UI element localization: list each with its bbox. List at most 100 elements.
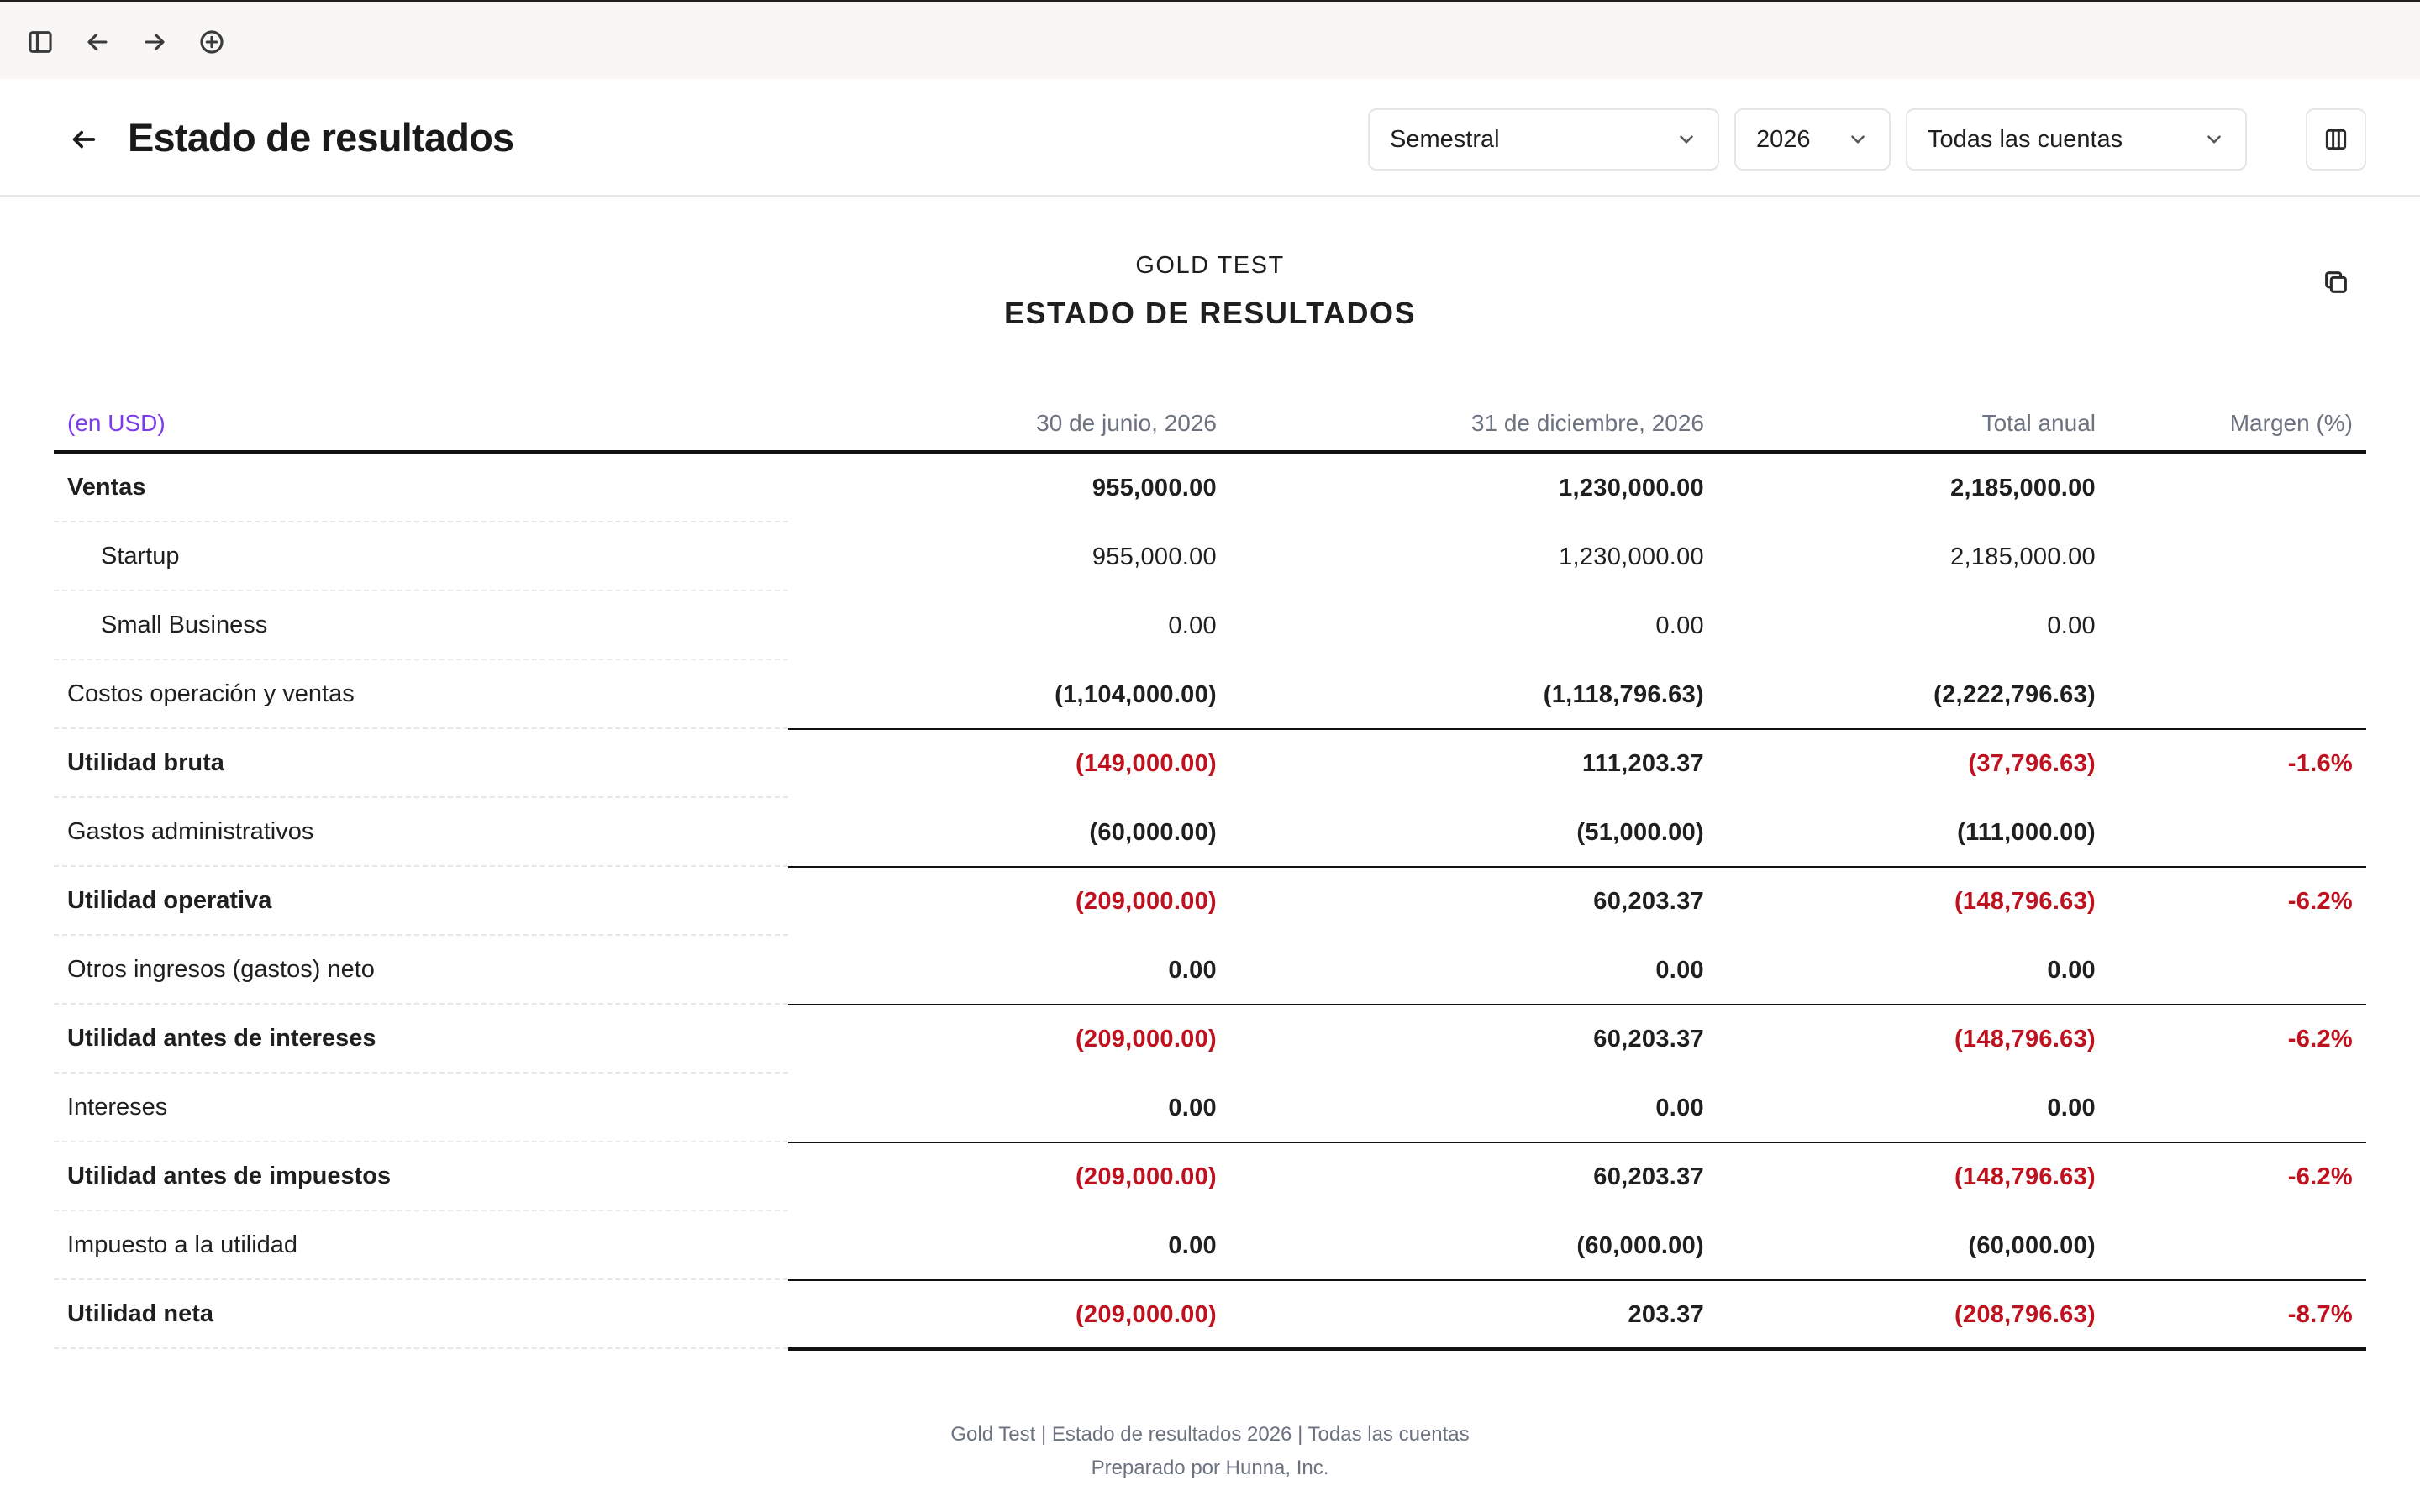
page-header: Estado de resultados Semestral 2026 Toda… [0, 79, 2420, 197]
plus-circle-icon[interactable] [195, 25, 229, 59]
column-header-margin: Margen (%) [2229, 410, 2353, 436]
cell-value: 1,230,000.00 [1559, 474, 1704, 501]
cell-value: (149,000.00) [1075, 749, 1217, 777]
chevron-down-icon [2207, 135, 2221, 144]
cell-value: 0.00 [1168, 1231, 1217, 1259]
table-row: Utilidad operativa (209,000.00) 60,203.3… [54, 866, 2366, 936]
period-select[interactable]: Semestral [1368, 108, 1719, 171]
cell-value: 0.00 [2047, 612, 2096, 639]
row-label: Ventas [54, 454, 788, 522]
column-header-jun: 30 de junio, 2026 [1036, 410, 1217, 436]
row-label: Otros ingresos (gastos) neto [54, 936, 788, 1005]
row-label: Gastos administrativos [54, 798, 788, 867]
cell-value: (60,000.00) [1089, 818, 1217, 846]
table-row: Ventas 955,000.00 1,230,000.00 2,185,000… [54, 454, 2366, 522]
report-title: ESTADO DE RESULTADOS [1003, 296, 1417, 330]
cell-value: (209,000.00) [1075, 1300, 1217, 1328]
page-title: Estado de resultados [128, 115, 514, 160]
columns-toggle-button[interactable] [2306, 108, 2366, 171]
table-row: Utilidad neta (209,000.00) 203.37 (208,7… [54, 1279, 2366, 1351]
cell-value [2096, 1211, 2353, 1280]
cell-value: 2,185,000.00 [1950, 543, 2096, 570]
copy-button[interactable] [2317, 264, 2354, 301]
footer-prepared-by: Preparado por Hunna, Inc. [1091, 1457, 1329, 1479]
table-row: Small Business 0.00 0.00 0.00 [54, 591, 2366, 660]
income-statement-table: (en USD) 30 de junio, 2026 31 de diciemb… [54, 395, 2366, 1351]
cell-value: (51,000.00) [1576, 818, 1704, 846]
cell-value: (209,000.00) [1075, 1025, 1217, 1053]
row-label: Utilidad antes de impuestos [54, 1142, 788, 1211]
cell-value: (37,796.63) [1968, 749, 2096, 777]
cell-value: 60,203.37 [1593, 1163, 1704, 1190]
browser-toolbar [0, 0, 2420, 79]
cell-value: 0.00 [1655, 956, 1704, 984]
sidebar-toggle-icon[interactable] [24, 25, 57, 59]
cell-value: (2,222,796.63) [1933, 680, 2096, 708]
table-row: Utilidad antes de impuestos (209,000.00)… [54, 1142, 2366, 1211]
cell-value: 955,000.00 [1092, 543, 1217, 570]
cell-value: -1.6% [2287, 749, 2353, 777]
cell-value: (60,000.00) [1968, 1231, 2096, 1259]
table-row: Intereses 0.00 0.00 0.00 [54, 1074, 2366, 1142]
row-label: Startup [54, 522, 788, 591]
cell-value [2096, 591, 2353, 660]
cell-value: (1,104,000.00) [1055, 680, 1217, 708]
year-select[interactable]: 2026 [1734, 108, 1891, 171]
cell-value: 0.00 [2047, 956, 2096, 984]
cell-value: -6.2% [2287, 1025, 2353, 1053]
cell-value [2096, 522, 2353, 591]
chevron-down-icon [1851, 135, 1865, 144]
table-row: Otros ingresos (gastos) neto 0.00 0.00 0… [54, 936, 2366, 1005]
cell-value: 955,000.00 [1092, 474, 1217, 501]
table-row: Utilidad antes de intereses (209,000.00)… [54, 1004, 2366, 1074]
column-header-dec: 31 de diciembre, 2026 [1470, 410, 1704, 436]
company-name: GOLD TEST [1135, 252, 1285, 279]
table-header: (en USD) 30 de junio, 2026 31 de diciemb… [54, 395, 2366, 454]
cell-value: 1,230,000.00 [1559, 543, 1704, 570]
cell-value: 111,203.37 [1582, 749, 1704, 777]
cell-value: (208,796.63) [1954, 1300, 2096, 1328]
columns-icon [2325, 129, 2347, 150]
cell-value: (111,000.00) [1957, 818, 2096, 846]
row-label: Utilidad bruta [54, 729, 788, 798]
cell-value [2096, 660, 2353, 729]
cell-value: (148,796.63) [1954, 1163, 2096, 1190]
cell-value: 0.00 [1655, 612, 1704, 639]
cell-value: 60,203.37 [1593, 887, 1704, 915]
cell-value: -6.2% [2287, 1163, 2353, 1190]
cell-value: 2,185,000.00 [1950, 474, 2096, 501]
cell-value [2096, 936, 2353, 1005]
row-label: Utilidad neta [54, 1280, 788, 1349]
table-row: Impuesto a la utilidad 0.00 (60,000.00) … [54, 1211, 2366, 1280]
arrow-left-icon[interactable] [81, 25, 114, 59]
cell-value: 60,203.37 [1593, 1025, 1704, 1053]
cell-value: 0.00 [1168, 956, 1217, 984]
cell-value: (148,796.63) [1954, 887, 2096, 915]
unit-label: (en USD) [67, 410, 166, 436]
footer-summary: Gold Test | Estado de resultados 2026 | … [950, 1423, 1470, 1446]
row-label: Intereses [54, 1074, 788, 1142]
table-row: Utilidad bruta (149,000.00) 111,203.37 (… [54, 728, 2366, 798]
table-row: Startup 955,000.00 1,230,000.00 2,185,00… [54, 522, 2366, 591]
cell-value: -8.7% [2287, 1300, 2353, 1328]
chevron-down-icon [1680, 135, 1693, 144]
year-select-value: 2026 [1756, 125, 1811, 153]
row-label: Utilidad operativa [54, 867, 788, 936]
cell-value [2096, 454, 2353, 522]
back-button[interactable] [66, 121, 103, 158]
accounts-select-value: Todas las cuentas [1928, 125, 2123, 153]
cell-value: -6.2% [2287, 887, 2353, 915]
copy-icon [2325, 271, 2347, 293]
accounts-select[interactable]: Todas las cuentas [1906, 108, 2247, 171]
cell-value: (209,000.00) [1075, 887, 1217, 915]
arrow-right-icon[interactable] [138, 25, 171, 59]
cell-value: 0.00 [1168, 1094, 1217, 1121]
arrow-left-icon [72, 130, 96, 149]
cell-value: (60,000.00) [1576, 1231, 1704, 1259]
cell-value [2096, 1074, 2353, 1142]
cell-value: 0.00 [2047, 1094, 2096, 1121]
row-label: Small Business [54, 591, 788, 660]
table-row: Costos operación y ventas (1,104,000.00)… [54, 660, 2366, 729]
period-select-value: Semestral [1390, 125, 1500, 153]
cell-value: 0.00 [1168, 612, 1217, 639]
